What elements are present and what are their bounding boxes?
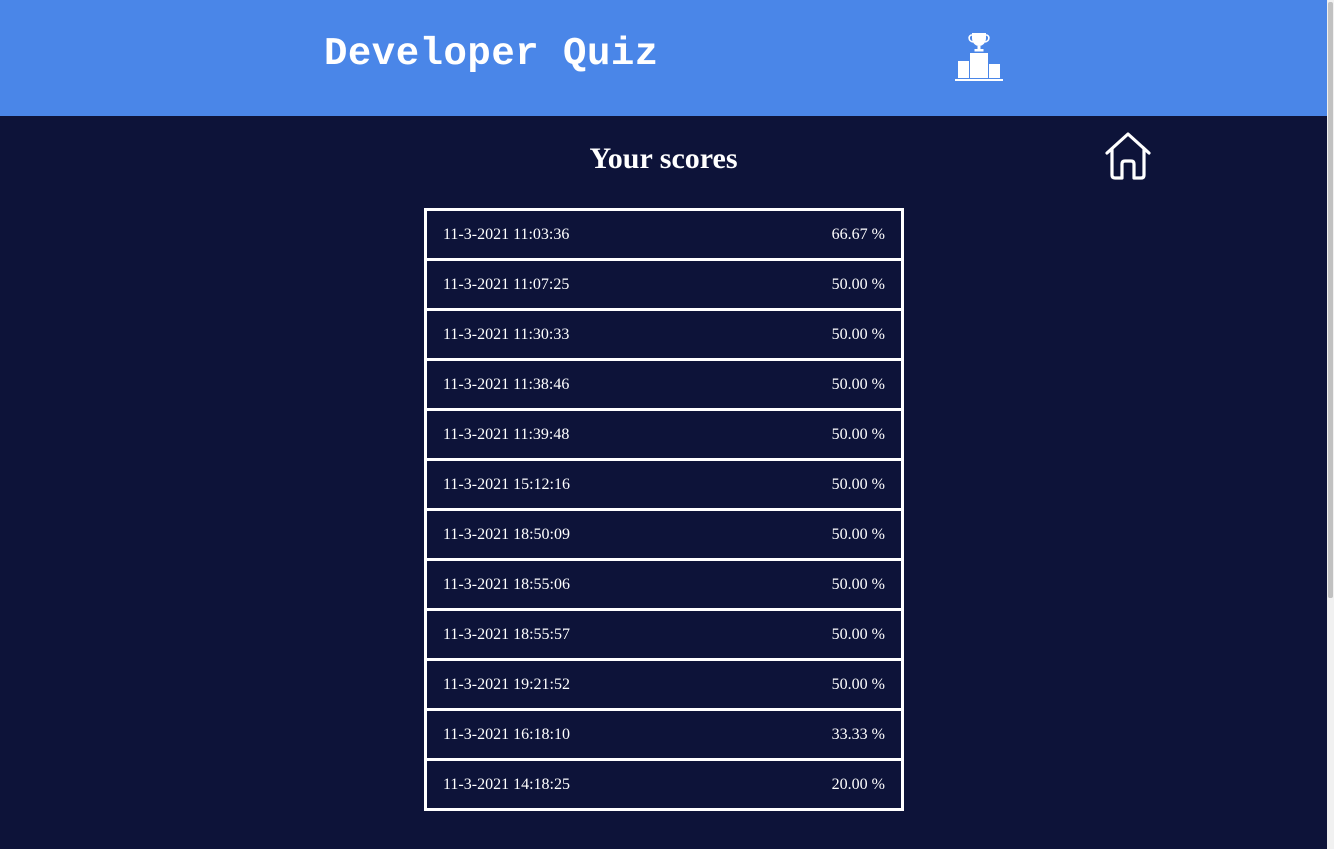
score-row: 11-3-2021 11:03:36 66.67 % (424, 208, 904, 261)
score-value: 20.00 % (831, 775, 885, 793)
score-row: 11-3-2021 18:50:09 50.00 % (424, 508, 904, 561)
app-header: Developer Quiz (0, 0, 1327, 116)
score-row: 11-3-2021 18:55:57 50.00 % (424, 608, 904, 661)
leaderboard-button[interactable] (953, 30, 1005, 82)
podium-trophy-icon (955, 33, 1003, 81)
score-datetime: 11-3-2021 18:55:06 (443, 575, 570, 593)
score-row: 11-3-2021 16:18:10 33.33 % (424, 708, 904, 761)
score-datetime: 11-3-2021 11:30:33 (443, 325, 570, 343)
score-row: 11-3-2021 11:30:33 50.00 % (424, 308, 904, 361)
score-datetime: 11-3-2021 16:18:10 (443, 725, 570, 743)
score-value: 66.67 % (831, 225, 885, 243)
score-row: 11-3-2021 19:21:52 50.00 % (424, 658, 904, 711)
score-datetime: 11-3-2021 15:12:16 (443, 475, 570, 493)
score-value: 50.00 % (831, 275, 885, 293)
score-datetime: 11-3-2021 11:03:36 (443, 225, 570, 243)
score-value: 50.00 % (831, 475, 885, 493)
score-row: 11-3-2021 11:39:48 50.00 % (424, 408, 904, 461)
scrollbar-thumb[interactable] (1328, 2, 1333, 598)
score-value: 50.00 % (831, 575, 885, 593)
score-value: 50.00 % (831, 425, 885, 443)
score-row: 11-3-2021 11:38:46 50.00 % (424, 358, 904, 411)
score-value: 50.00 % (831, 375, 885, 393)
page-title: Your scores (589, 142, 738, 175)
score-row: 11-3-2021 15:12:16 50.00 % (424, 458, 904, 511)
score-row: 11-3-2021 18:55:06 50.00 % (424, 558, 904, 611)
score-row: 11-3-2021 11:07:25 50.00 % (424, 258, 904, 311)
score-value: 33.33 % (831, 725, 885, 743)
score-datetime: 11-3-2021 11:39:48 (443, 425, 570, 443)
score-datetime: 11-3-2021 19:21:52 (443, 675, 570, 693)
score-datetime: 11-3-2021 18:55:57 (443, 625, 570, 643)
score-value: 50.00 % (831, 675, 885, 693)
score-row: 11-3-2021 14:18:25 20.00 % (424, 758, 904, 811)
score-value: 50.00 % (831, 525, 885, 543)
scores-list: 11-3-2021 11:03:36 66.67 % 11-3-2021 11:… (424, 208, 904, 811)
score-datetime: 11-3-2021 14:18:25 (443, 775, 570, 793)
score-value: 50.00 % (831, 625, 885, 643)
app-title: Developer Quiz (324, 32, 659, 76)
score-datetime: 11-3-2021 18:50:09 (443, 525, 570, 543)
score-value: 50.00 % (831, 325, 885, 343)
score-datetime: 11-3-2021 11:07:25 (443, 275, 570, 293)
score-datetime: 11-3-2021 11:38:46 (443, 375, 570, 393)
